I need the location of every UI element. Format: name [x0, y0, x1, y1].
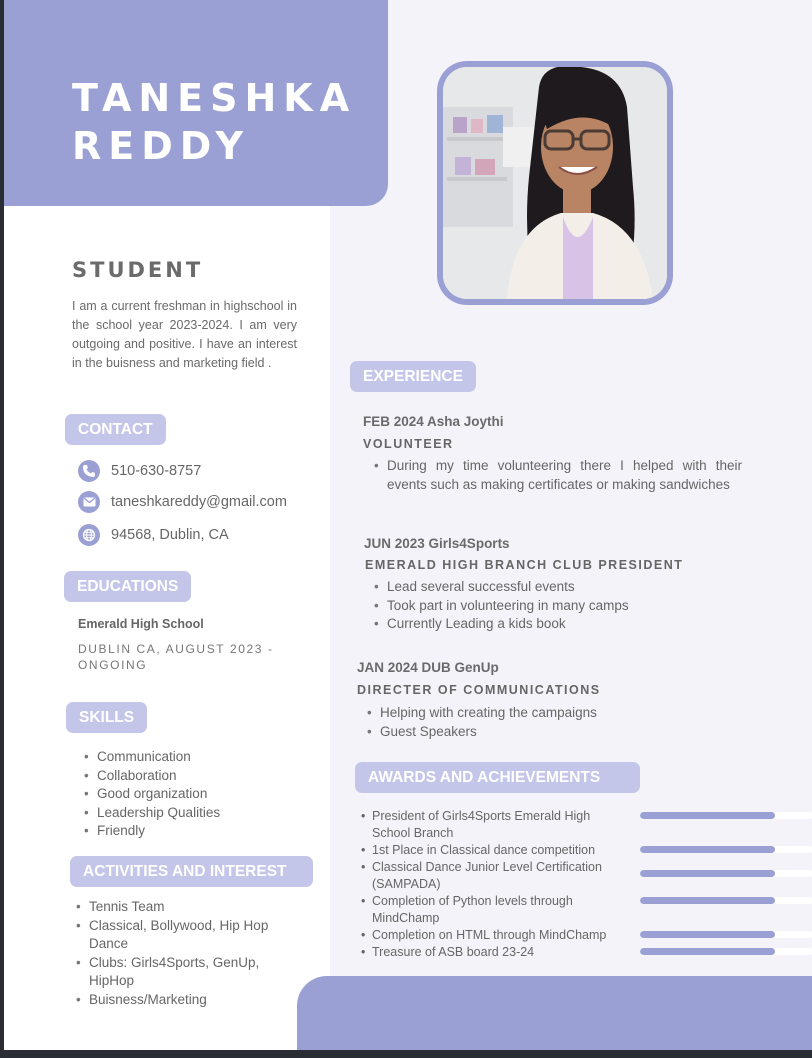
profile-role: STUDENT — [72, 258, 204, 282]
activities-list: Tennis Team Classical, Bollywood, Hip Ho… — [74, 898, 294, 1009]
contact-email: taneshkareddy@gmail.com — [78, 491, 287, 513]
skill-item: Friendly — [82, 822, 312, 841]
award-bar-fill — [640, 897, 775, 904]
profile-photo — [443, 67, 667, 299]
education-section-title: EDUCATIONS — [64, 571, 192, 602]
experience-heading: JAN 2024 DUB GenUp — [357, 660, 499, 675]
globe-icon — [78, 524, 100, 546]
award-bar-fill — [640, 846, 775, 853]
skills-section-title: SKILLS — [66, 702, 148, 733]
skills-list: Communication Collaboration Good organiz… — [82, 748, 312, 841]
experience-point: During my time volunteering there I help… — [372, 457, 742, 494]
award-text: Completion on HTML through MindChamp — [358, 927, 623, 944]
award-item: Completion of Python levels through Mind… — [358, 893, 812, 927]
experience-point: Took part in volunteering in many camps — [372, 597, 752, 616]
last-name: REDDY — [72, 124, 251, 168]
experience-heading: FEB 2024 Asha Joythi — [363, 414, 504, 429]
award-item: President of Girls4Sports Emerald High S… — [358, 808, 812, 842]
resume-page: TANESHKA REDDY STUDENT I am a current fr… — [4, 0, 812, 1050]
experience-heading: JUN 2023 Girls4Sports — [364, 536, 510, 551]
phone-number[interactable]: 510-630-8757 — [111, 463, 201, 479]
awards-list: President of Girls4Sports Emerald High S… — [358, 808, 812, 961]
contact-location: 94568, Dublin, CA — [78, 524, 229, 546]
award-item: 1st Place in Classical dance competition — [358, 842, 812, 859]
activity-item: Classical, Bollywood, Hip Hop Dance — [74, 917, 294, 954]
activity-item: Buisness/Marketing — [74, 991, 294, 1010]
award-bar — [640, 948, 812, 955]
experience-role: VOLUNTEER — [363, 437, 454, 451]
profile-summary: I am a current freshman in highschool in… — [72, 299, 297, 370]
award-item: Completion on HTML through MindChamp — [358, 927, 812, 944]
mail-icon — [78, 491, 100, 513]
school-details: DUBLIN CA, AUGUST 2023 - ONGOING — [78, 642, 274, 672]
school-name: Emerald High School — [78, 617, 204, 631]
award-text: 1st Place in Classical dance competition — [358, 842, 623, 859]
experience-role: EMERALD HIGH BRANCH CLUB PRESIDENT — [365, 558, 684, 572]
award-item: Classical Dance Junior Level Certificati… — [358, 859, 812, 893]
award-bar — [640, 897, 812, 904]
name-header: TANESHKA REDDY — [4, 0, 388, 206]
skill-item: Leadership Qualities — [82, 804, 312, 823]
experience-role: DIRECTER OF COMMUNICATIONS — [357, 683, 601, 697]
award-text: Classical Dance Junior Level Certificati… — [358, 859, 623, 892]
experience-points: During my time volunteering there I help… — [372, 457, 742, 494]
footer-decoration — [297, 976, 812, 1050]
award-bar-fill — [640, 948, 775, 955]
award-bar — [640, 846, 812, 853]
award-bar — [640, 870, 812, 877]
location-text: 94568, Dublin, CA — [111, 527, 229, 543]
email-address[interactable]: taneshkareddy@gmail.com — [111, 494, 287, 510]
award-bar-fill — [640, 931, 775, 938]
profile-photo-illustration — [443, 67, 667, 299]
award-item: Treasure of ASB board 23-24 — [358, 944, 812, 961]
award-text: Completion of Python levels through Mind… — [358, 893, 623, 926]
skill-item: Collaboration — [82, 767, 312, 786]
contact-phone: 510-630-8757 — [78, 460, 201, 482]
award-bar — [640, 812, 812, 819]
skill-item: Communication — [82, 748, 312, 767]
experience-point: Helping with creating the campaigns — [365, 704, 745, 723]
awards-section-title: AWARDS AND ACHIEVEMENTS — [355, 762, 640, 793]
experience-points: Lead several successful events Took part… — [372, 578, 752, 634]
skill-item: Good organization — [82, 785, 312, 804]
phone-icon — [78, 460, 100, 482]
award-text: Treasure of ASB board 23-24 — [358, 944, 623, 961]
experience-point: Guest Speakers — [365, 723, 745, 742]
award-bar-fill — [640, 870, 775, 877]
profile-photo-frame — [437, 61, 673, 305]
experience-point: Lead several successful events — [372, 578, 752, 597]
award-text: President of Girls4Sports Emerald High S… — [358, 808, 623, 841]
award-bar — [640, 931, 812, 938]
experience-section-title: EXPERIENCE — [350, 361, 476, 392]
first-name: TANESHKA — [72, 76, 357, 120]
activities-section-title: ACTIVITIES AND INTEREST — [70, 856, 313, 887]
activity-item: Tennis Team — [74, 898, 294, 917]
experience-points: Helping with creating the campaigns Gues… — [365, 704, 745, 741]
award-bar-fill — [640, 812, 775, 819]
experience-point: Currently Leading a kids book — [372, 615, 752, 634]
activity-item: Clubs: Girls4Sports, GenUp, HipHop — [74, 954, 294, 991]
contact-section-title: CONTACT — [65, 414, 166, 445]
